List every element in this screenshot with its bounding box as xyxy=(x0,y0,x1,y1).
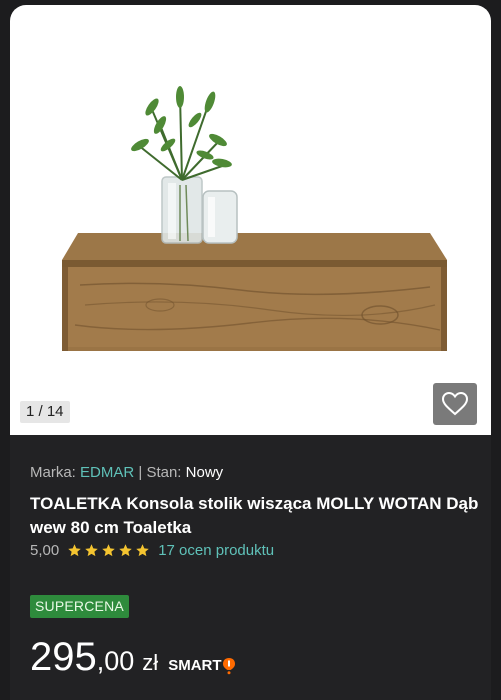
price-currency: zł xyxy=(142,650,159,675)
product-price: 295 ,00 zł SMART xyxy=(30,635,236,680)
smart-badge[interactable]: SMART xyxy=(168,657,235,675)
rating-stars xyxy=(67,543,152,558)
product-image xyxy=(62,86,447,351)
star-icon xyxy=(68,544,81,557)
condition-value: Nowy xyxy=(185,464,224,481)
product-rating[interactable]: 5,00 17 ocen produktu xyxy=(30,542,274,559)
smart-label: SMART xyxy=(168,657,222,674)
meta-separator: | xyxy=(138,464,143,481)
product-gallery[interactable]: 1 / 14 xyxy=(10,5,491,435)
price-integer: 295 xyxy=(30,635,97,679)
rating-value: 5,00 xyxy=(30,542,60,559)
product-meta: Marka: EDMAR | Stan: Nowy xyxy=(30,464,223,481)
star-icon xyxy=(136,544,149,557)
image-counter: 1 / 14 xyxy=(20,401,70,423)
heart-outline-icon xyxy=(441,391,469,416)
star-icon xyxy=(85,544,98,557)
rating-count-link[interactable]: 17 ocen produktu xyxy=(158,542,274,559)
product-card: 1 / 14 Marka: EDMAR | Stan: Nowy TOALETK… xyxy=(10,5,491,700)
product-title: TOALETKA Konsola stolik wisząca MOLLY WO… xyxy=(30,494,479,537)
condition-label: Stan: xyxy=(146,464,182,481)
price-decimal: ,00 xyxy=(96,646,135,676)
brand-label: Marka: xyxy=(30,464,76,481)
star-icon xyxy=(102,544,115,557)
smart-bang-icon xyxy=(222,657,235,674)
brand-link[interactable]: EDMAR xyxy=(80,464,134,481)
star-icon xyxy=(119,544,132,557)
favorite-button[interactable] xyxy=(433,383,477,425)
supercena-badge: SUPERCENA xyxy=(30,595,129,618)
